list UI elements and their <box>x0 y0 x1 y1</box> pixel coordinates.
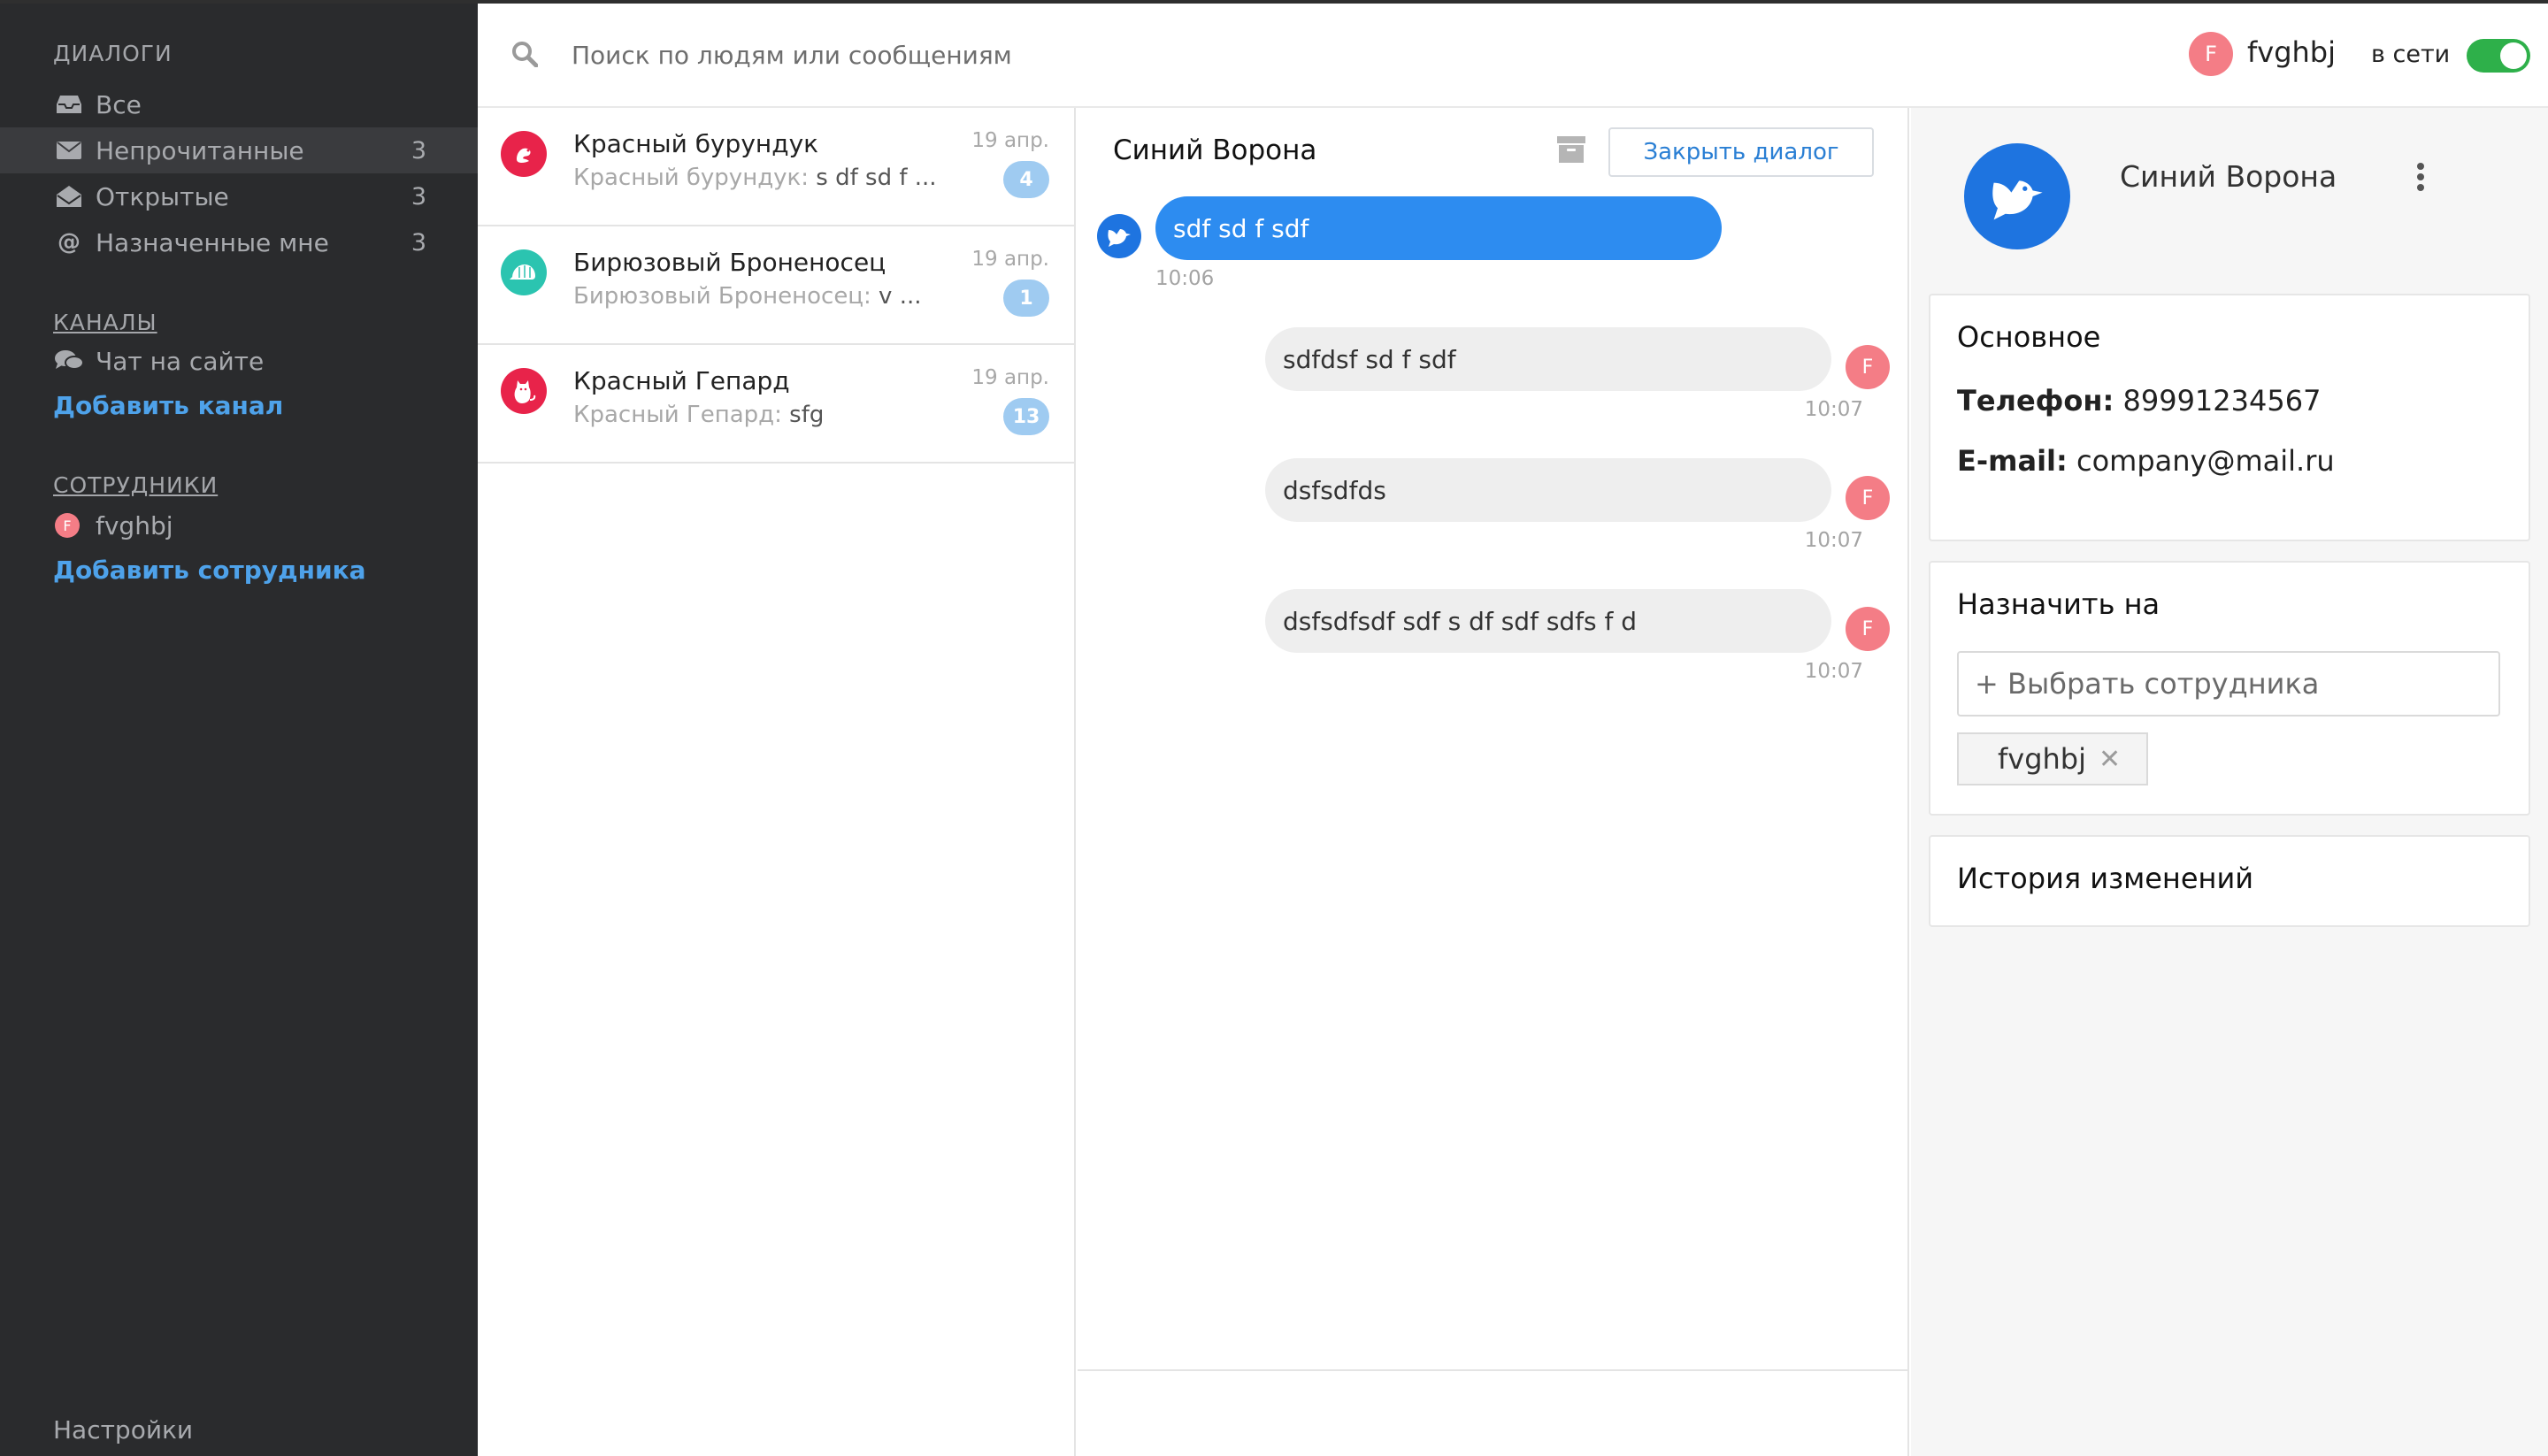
preview-text: sfg <box>781 402 825 428</box>
message-bubble-outgoing: dsfsdfsdf sdf s df sdf sdfs f d <box>1265 589 1831 653</box>
sidebar-item-count: 3 <box>411 228 426 257</box>
sidebar-item-all[interactable]: Все <box>0 81 478 127</box>
sidebar-item-site-chat[interactable]: Чат на сайте <box>0 338 478 384</box>
envelope-icon <box>53 142 85 159</box>
at-sign-icon: @ <box>58 229 81 256</box>
message-bubble-outgoing: sdfdsf sd f sdf <box>1265 327 1831 391</box>
message-bubble-outgoing: dsfsdfds <box>1265 458 1831 522</box>
history-title: История изменений <box>1957 862 2254 895</box>
assign-title: Назначить на <box>1957 587 2160 621</box>
sidebar-item-employee[interactable]: F fvghbj <box>0 502 478 548</box>
online-toggle[interactable] <box>2467 39 2530 73</box>
conversation-date: 19 апр. <box>971 366 1049 389</box>
message-time: 10:07 <box>1804 398 1863 421</box>
preview-text: s df sd f ... <box>809 165 937 191</box>
conversation-name: Красный бурундук <box>573 129 819 158</box>
contact-panel: Синий Ворона Основное Телефон: 899912345… <box>1911 108 2548 1456</box>
settings-link[interactable]: Настройки <box>53 1415 193 1445</box>
armadillo-avatar-icon <box>501 249 547 295</box>
message-time: 10:07 <box>1804 529 1863 552</box>
top-search-bar: F fvghbj в сети <box>478 4 2548 108</box>
online-status-label: в сети <box>2371 41 2451 68</box>
sender-avatar: F <box>1846 607 1890 651</box>
search-input[interactable] <box>572 35 1368 74</box>
employee-avatar: F <box>55 513 80 538</box>
sender-avatar: F <box>1846 476 1890 520</box>
sidebar-item-count: 3 <box>411 182 426 211</box>
assign-card: Назначить на fvghbj ✕ <box>1929 561 2530 816</box>
cheetah-avatar-icon <box>501 368 547 414</box>
search-icon <box>511 41 539 68</box>
chipmunk-avatar-icon <box>501 131 547 177</box>
phone-line: Телефон: 89991234567 <box>1957 384 2321 418</box>
main-info-title: Основное <box>1957 320 2101 354</box>
window-top-border <box>0 0 2548 4</box>
conversation-item[interactable]: Красный Гепард Красный Гепард: sfg 19 ап… <box>478 345 1074 464</box>
sidebar-item-assigned[interactable]: @ Назначенные мне 3 <box>0 219 478 265</box>
unread-badge: 1 <box>1003 280 1049 317</box>
sidebar-item-count: 3 <box>411 136 426 165</box>
conversation-name: Бирюзовый Броненосец <box>573 248 886 277</box>
open-envelope-icon <box>53 186 85 207</box>
dialogs-section-title: ДИАЛОГИ <box>53 41 173 66</box>
conversation-item[interactable]: Красный бурундук Красный бурундук: s df … <box>478 108 1074 226</box>
conversation-list: Красный бурундук Красный бурундук: s df … <box>478 108 1076 1456</box>
remove-tag-icon[interactable]: ✕ <box>2099 744 2121 775</box>
channels-section-title[interactable]: КАНАЛЫ <box>53 310 157 335</box>
phone-value: 89991234567 <box>2122 384 2322 418</box>
assign-employee-input[interactable] <box>1957 651 2500 717</box>
chat-title: Синий Ворона <box>1113 134 1317 166</box>
add-channel-link[interactable]: Добавить канал <box>53 391 283 420</box>
assigned-employee-tag: fvghbj ✕ <box>1957 732 2148 785</box>
message-bubble-incoming: sdf sd f sdf <box>1155 196 1722 260</box>
sidebar-item-open[interactable]: Открытые 3 <box>0 173 478 219</box>
sidebar-item-label: Чат на сайте <box>96 346 265 376</box>
conversation-preview: Бирюзовый Броненосец: v ... <box>573 283 922 310</box>
email-label: E-mail: <box>1957 444 2068 478</box>
unread-badge: 13 <box>1003 398 1049 435</box>
crow-avatar-icon <box>1964 143 2070 249</box>
add-employee-link[interactable]: Добавить сотрудника <box>53 556 365 585</box>
conversation-preview: Красный Гепард: sfg <box>573 402 824 428</box>
contact-name: Синий Ворона <box>2120 159 2337 194</box>
conversation-name: Красный Гепард <box>573 366 790 395</box>
conversation-item[interactable]: Бирюзовый Броненосец Бирюзовый Броненосе… <box>478 226 1074 345</box>
more-vertical-icon[interactable] <box>2412 159 2429 195</box>
message-time: 10:06 <box>1155 267 1215 290</box>
crow-avatar-icon <box>1097 214 1141 258</box>
close-dialog-button[interactable]: Закрыть диалог <box>1608 127 1874 177</box>
archive-icon[interactable] <box>1557 136 1585 165</box>
message-time: 10:07 <box>1804 660 1863 683</box>
conversation-date: 19 апр. <box>971 248 1049 271</box>
sidebar-item-label: Назначенные мне <box>96 227 329 257</box>
current-user-name[interactable]: fvghbj <box>2247 35 2336 69</box>
employee-name: fvghbj <box>96 510 173 540</box>
email-line: E-mail: company@mail.ru <box>1957 444 2335 478</box>
phone-label: Телефон: <box>1957 384 2114 418</box>
sidebar-item-label: Непрочитанные <box>96 135 304 165</box>
preview-author: Красный бурундук: <box>573 165 810 191</box>
toggle-knob <box>2500 42 2527 69</box>
sidebar-item-unread[interactable]: Непрочитанные 3 <box>0 127 478 173</box>
assigned-employee-name: fvghbj <box>1998 742 2086 776</box>
sidebar-item-label: Все <box>96 89 142 119</box>
sidebar: ДИАЛОГИ Все Непрочитанные 3 Открытые 3 @… <box>0 0 478 1456</box>
current-user-avatar[interactable]: F <box>2189 32 2233 76</box>
sender-avatar: F <box>1846 345 1890 389</box>
preview-text: v ... <box>871 283 922 310</box>
employees-section-title[interactable]: СОТРУДНИКИ <box>53 472 218 498</box>
email-value: company@mail.ru <box>2076 444 2335 478</box>
conversation-preview: Красный бурундук: s df sd f ... <box>573 165 937 191</box>
message-composer[interactable] <box>1078 1369 1907 1456</box>
conversation-date: 19 апр. <box>971 129 1049 152</box>
main-info-card: Основное Телефон: 89991234567 E-mail: co… <box>1929 294 2530 541</box>
preview-author: Красный Гепард: <box>573 402 782 428</box>
chat-bubbles-icon <box>53 349 85 372</box>
history-card[interactable]: История изменений <box>1929 835 2530 927</box>
chat-panel: Синий Ворона Закрыть диалог sdf sd f sdf… <box>1078 108 1909 1456</box>
preview-author: Бирюзовый Броненосец: <box>573 283 871 310</box>
sidebar-item-label: Открытые <box>96 181 229 211</box>
inbox-icon <box>53 95 85 114</box>
unread-badge: 4 <box>1003 161 1049 198</box>
